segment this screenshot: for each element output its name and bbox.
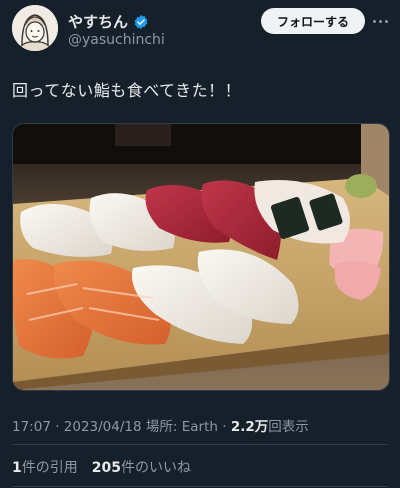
tweet-location[interactable]: Earth bbox=[182, 419, 218, 435]
views-label: 回表示 bbox=[268, 419, 309, 435]
tweet-time[interactable]: 17:07 bbox=[12, 419, 51, 435]
engagement-stats: 1件の引用 205件のいいね bbox=[12, 457, 191, 477]
user-handle[interactable]: @yasuchinchi bbox=[68, 32, 165, 48]
follow-button[interactable]: フォローする bbox=[261, 8, 365, 34]
divider bbox=[12, 486, 388, 487]
quotes-stat[interactable]: 1件の引用 bbox=[12, 457, 78, 477]
likes-stat[interactable]: 205件のいいね bbox=[92, 457, 191, 477]
sushi-platter-photo bbox=[13, 124, 389, 390]
tweet-meta: 17:07 · 2023/04/18 場所: Earth · 2.2万回表示 bbox=[12, 419, 309, 435]
tweet-photo[interactable] bbox=[12, 123, 390, 391]
divider bbox=[12, 444, 388, 445]
tweet-text: 回ってない鮨も食べてきた！！ bbox=[12, 81, 242, 100]
display-name[interactable]: やすちん bbox=[68, 11, 128, 32]
verified-badge-icon bbox=[134, 14, 148, 29]
avatar[interactable] bbox=[12, 5, 58, 51]
avatar-illustration-icon bbox=[12, 5, 58, 51]
views-count: 2.2万 bbox=[230, 419, 269, 435]
more-options-button[interactable] bbox=[369, 9, 391, 33]
more-dots-icon bbox=[372, 19, 376, 23]
name-row: やすちん bbox=[68, 11, 149, 32]
tweet-header: やすちん @yasuchinchi フォローする bbox=[12, 5, 388, 53]
tweet-date[interactable]: 2023/04/18 bbox=[64, 419, 142, 435]
